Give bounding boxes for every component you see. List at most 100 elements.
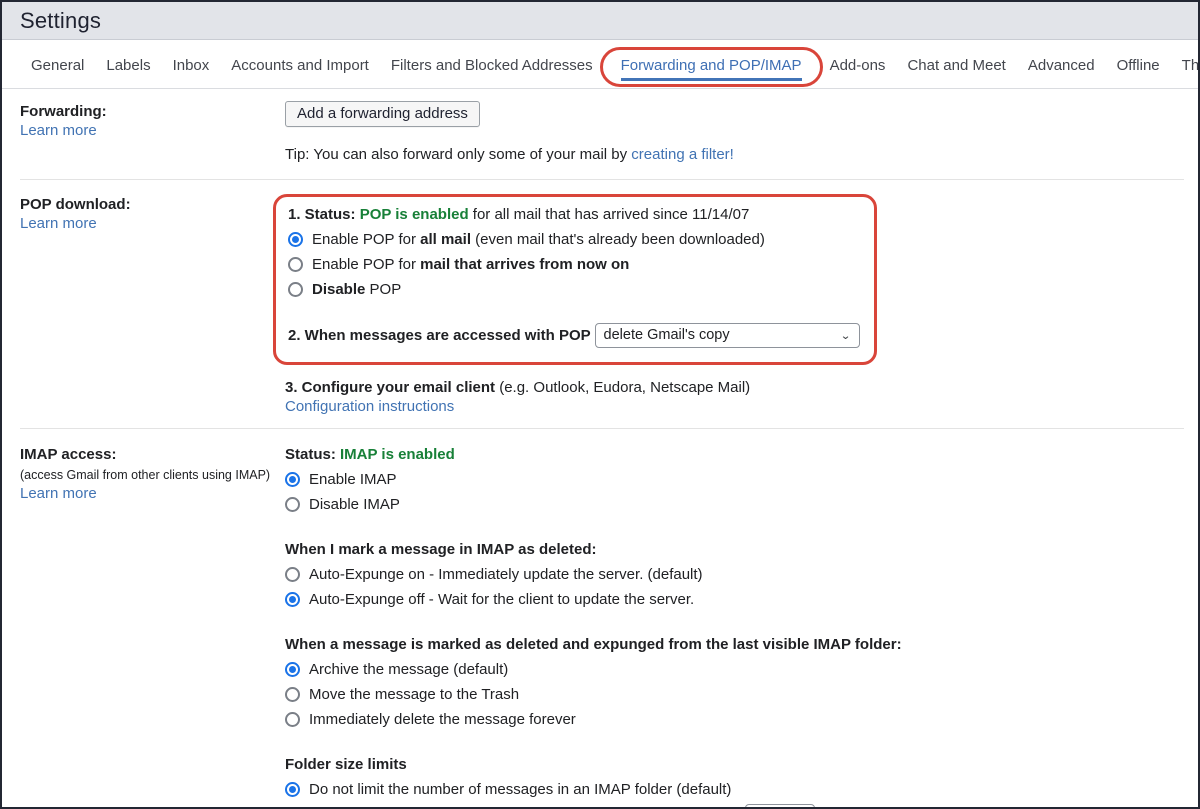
pop-option-from-now-label: Enable POP for mail that arrives from no…	[312, 254, 629, 275]
imap-learn-more-link[interactable]: Learn more	[20, 485, 97, 502]
delete-forever-row: Immediately delete the message forever	[285, 709, 1178, 730]
imap-access-sublabel: (access Gmail from other clients using I…	[20, 465, 285, 485]
imap-access-section: IMAP access: (access Gmail from other cl…	[2, 429, 1198, 809]
folder-size-limits-heading: Folder size limits	[285, 754, 1178, 775]
pop-disable-bold: Disable	[312, 281, 365, 298]
pop-all-pre: Enable POP for	[312, 231, 420, 248]
auto-expunge-on-label: Auto-Expunge on - Immediately update the…	[309, 564, 703, 585]
imap-enable-row: Enable IMAP	[285, 469, 1178, 490]
forwarding-label-col: Forwarding: Learn more	[20, 99, 285, 165]
tab-forwarding-and-pop-imap[interactable]: Forwarding and POP/IMAP	[610, 43, 813, 86]
add-forwarding-address-button[interactable]: Add a forwarding address	[285, 101, 480, 127]
archive-message-row: Archive the message (default)	[285, 659, 1178, 680]
pop-action-select[interactable]: delete Gmail's copy ⌄	[595, 323, 860, 348]
pop-download-label: POP download:	[20, 194, 285, 215]
settings-window: Settings General Labels Inbox Accounts a…	[0, 0, 1200, 809]
tab-advanced[interactable]: Advanced	[1017, 43, 1106, 86]
imap-deleted-group: When I mark a message in IMAP as deleted…	[285, 539, 1178, 610]
pop-configuration-instructions-link[interactable]: Configuration instructions	[285, 398, 454, 415]
move-to-trash-row: Move the message to the Trash	[285, 684, 1178, 705]
auto-expunge-on-row: Auto-Expunge on - Immediately update the…	[285, 564, 1178, 585]
pop-q2-line: 2. When messages are accessed with POP d…	[288, 323, 860, 348]
pop-action-selected-value: delete Gmail's copy	[604, 325, 730, 346]
imap-content-col: Status: IMAP is enabled Enable IMAP Disa…	[285, 442, 1178, 809]
pop-all-bold: all mail	[420, 231, 471, 248]
imap-status-bold: Status:	[285, 446, 340, 463]
imap-disable-label: Disable IMAP	[309, 494, 400, 515]
forwarding-tip: Tip: You can also forward only some of y…	[285, 144, 1178, 165]
tab-filters-and-blocked-addresses[interactable]: Filters and Blocked Addresses	[380, 43, 604, 86]
chevron-down-icon: ⌄	[840, 327, 851, 344]
pop-q3-rest: (e.g. Outlook, Eudora, Netscape Mail)	[495, 379, 750, 396]
pop-download-section: POP download: Learn more 1. Status: POP …	[2, 180, 1198, 428]
radio-disable-pop[interactable]	[288, 282, 303, 297]
tab-themes[interactable]: Themes	[1171, 43, 1200, 86]
tab-inbox[interactable]: Inbox	[162, 43, 221, 86]
forwarding-section: Forwarding: Learn more Add a forwarding …	[2, 89, 1198, 179]
radio-enable-pop-all-mail[interactable]	[288, 232, 303, 247]
pop-status-line: 1. Status: POP is enabled for all mail t…	[288, 204, 860, 225]
imap-label-col: IMAP access: (access Gmail from other cl…	[20, 442, 285, 809]
pop-content-col: 1. Status: POP is enabled for all mail t…	[285, 192, 1178, 416]
pop-all-post: (even mail that's already been downloade…	[471, 231, 765, 248]
pop-q3-bold: 3. Configure your email client	[285, 379, 495, 396]
pop-status-number: 1. Status:	[288, 206, 360, 223]
creating-a-filter-link[interactable]: creating a filter!	[631, 146, 734, 163]
tab-general[interactable]: General	[20, 43, 95, 86]
tab-offline[interactable]: Offline	[1106, 43, 1171, 86]
forwarding-label: Forwarding:	[20, 101, 285, 122]
tab-add-ons[interactable]: Add-ons	[819, 43, 897, 86]
radio-enable-pop-from-now-on[interactable]	[288, 257, 303, 272]
auto-expunge-off-row: Auto-Expunge off - Wait for the client t…	[285, 589, 1178, 610]
forwarding-tip-text: Tip: You can also forward only some of y…	[285, 146, 631, 163]
pop-learn-more-link[interactable]: Learn more	[20, 215, 97, 232]
delete-forever-label: Immediately delete the message forever	[309, 709, 576, 730]
pop-option-all-mail-row: Enable POP for all mail (even mail that'…	[288, 229, 860, 250]
radio-auto-expunge-on[interactable]	[285, 567, 300, 582]
pop-status-rest: for all mail that has arrived since 11/1…	[469, 206, 750, 223]
no-limit-row: Do not limit the number of messages in a…	[285, 779, 1178, 800]
radio-no-folder-limit[interactable]	[285, 782, 300, 797]
radio-enable-imap[interactable]	[285, 472, 300, 487]
page-title: Settings	[20, 8, 101, 34]
tab-accounts-and-import[interactable]: Accounts and Import	[220, 43, 380, 86]
limit-folders-row: Limit IMAP folders to contain no more th…	[285, 804, 1178, 809]
pop-q3-line: 3. Configure your email client (e.g. Out…	[285, 377, 1178, 398]
imap-status-value: IMAP is enabled	[340, 446, 455, 463]
folder-limit-select[interactable]: 1,000 ⌄	[745, 804, 815, 809]
tab-labels[interactable]: Labels	[95, 43, 161, 86]
red-box-annotation: 1. Status: POP is enabled for all mail t…	[273, 194, 877, 365]
auto-expunge-off-label: Auto-Expunge off - Wait for the client t…	[309, 589, 694, 610]
imap-disable-row: Disable IMAP	[285, 494, 1178, 515]
imap-status-group: Status: IMAP is enabled Enable IMAP Disa…	[285, 444, 1178, 515]
pop-q3-block: 3. Configure your email client (e.g. Out…	[285, 377, 1178, 416]
pop-option-from-now-row: Enable POP for mail that arrives from no…	[288, 254, 860, 275]
imap-deleted-heading: When I mark a message in IMAP as deleted…	[285, 539, 1178, 560]
pop-disable-post: POP	[365, 281, 401, 298]
imap-access-label: IMAP access:	[20, 444, 285, 465]
settings-titlebar: Settings	[2, 2, 1198, 40]
forwarding-content-col: Add a forwarding address Tip: You can al…	[285, 99, 1178, 165]
imap-expunged-heading: When a message is marked as deleted and …	[285, 634, 1178, 655]
imap-enable-label: Enable IMAP	[309, 469, 397, 490]
move-to-trash-label: Move the message to the Trash	[309, 684, 519, 705]
imap-status-line: Status: IMAP is enabled	[285, 444, 1178, 465]
settings-tabbar: General Labels Inbox Accounts and Import…	[2, 40, 1198, 89]
tab-chat-and-meet[interactable]: Chat and Meet	[896, 43, 1016, 86]
pop-option-disable-row: Disable POP	[288, 279, 860, 300]
forwarding-learn-more-link[interactable]: Learn more	[20, 122, 97, 139]
pop-status-value: POP is enabled	[360, 206, 469, 223]
pop-q2-label: 2. When messages are accessed with POP	[288, 325, 595, 346]
archive-message-label: Archive the message (default)	[309, 659, 508, 680]
pop-now-pre: Enable POP for	[312, 256, 420, 273]
radio-archive-message[interactable]	[285, 662, 300, 677]
radio-auto-expunge-off[interactable]	[285, 592, 300, 607]
imap-expunged-group: When a message is marked as deleted and …	[285, 634, 1178, 730]
pop-option-disable-label: Disable POP	[312, 279, 401, 300]
pop-now-bold: mail that arrives from now on	[420, 256, 629, 273]
folder-size-limits-group: Folder size limits Do not limit the numb…	[285, 754, 1178, 809]
radio-delete-forever[interactable]	[285, 712, 300, 727]
radio-disable-imap[interactable]	[285, 497, 300, 512]
pop-option-all-mail-label: Enable POP for all mail (even mail that'…	[312, 229, 765, 250]
radio-move-to-trash[interactable]	[285, 687, 300, 702]
